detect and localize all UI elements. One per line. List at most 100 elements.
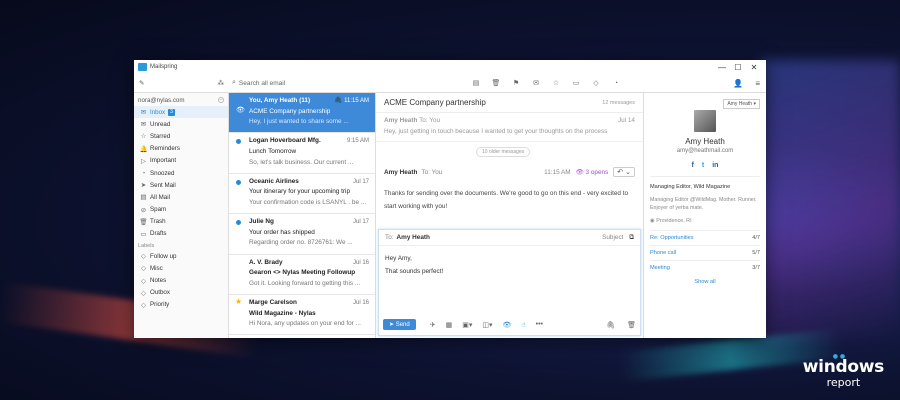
sidebar-item-snoozed[interactable]: ◔ Snoozed: [134, 167, 228, 179]
message-date: Jul 16: [352, 299, 369, 306]
collapse-icon[interactable]: –: [218, 97, 224, 103]
older-messages-button[interactable]: 10 older messages: [476, 147, 531, 157]
contact-email[interactable]: amy@heathmail.com: [650, 148, 760, 154]
message-subject: ACME Company partnership: [249, 107, 331, 115]
eye-icon: 👁: [236, 107, 245, 114]
label-item-outbox[interactable]: ◇ Outbox: [134, 287, 228, 299]
message-snippet: Hey, I just wanted to share some ...: [249, 118, 349, 126]
menu-icon[interactable]: ≡: [755, 79, 760, 88]
sidebar-item-trash[interactable]: 🗑 Trash: [134, 216, 228, 228]
toolbar: ✎ ⁂ ⌕ Search all email ▤ 🗑 ⚑ ✉ ☆ ▭ ◇ ◔ 👤…: [134, 74, 766, 93]
subject-toggle[interactable]: Subject: [602, 234, 623, 241]
spam-icon[interactable]: ⚑: [506, 79, 526, 87]
sidebar-item-unread[interactable]: ✉ Unread: [134, 118, 228, 130]
send-button[interactable]: ➤ Send: [383, 319, 416, 330]
label-item-misc[interactable]: ◇ Misc: [134, 262, 228, 274]
sidebar-item-label: Drafts: [150, 230, 167, 238]
star-icon[interactable]: ★: [235, 297, 242, 308]
unread-icon: ✉: [140, 121, 147, 129]
sidebar-item-drafts[interactable]: ▭ Drafts: [134, 228, 228, 240]
snooze-icon[interactable]: ◔: [606, 80, 626, 87]
read-tracking-icon[interactable]: 👁: [503, 321, 512, 329]
linkedin-icon[interactable]: in: [712, 162, 718, 169]
star-icon[interactable]: ☆: [546, 79, 566, 87]
maximize-button[interactable]: ☐: [730, 63, 746, 72]
contact-title: Managing Editor, Wild Magazine: [650, 184, 731, 190]
send-icon: ➤: [389, 322, 395, 328]
unread-badge: 3: [168, 108, 175, 116]
sidebar-item-label: Trash: [150, 218, 166, 226]
tag-icon: ◇: [141, 301, 146, 309]
collapsed-message[interactable]: Amy Heath To: You Jul 14 Hey, just getti…: [376, 113, 643, 142]
template-icon[interactable]: ▣▾: [462, 321, 472, 329]
sidebar-item-reminders[interactable]: 🔔 Reminders: [134, 143, 228, 155]
more-icon[interactable]: •••: [536, 321, 543, 329]
twitter-icon[interactable]: t: [702, 162, 704, 169]
list-item[interactable]: 👁 You, Amy Heath (11) 🖇 11:15 AM ACME Compa…: [229, 93, 375, 134]
label-name: Misc: [150, 264, 163, 272]
related-thread[interactable]: Re: Opportunities 4/7: [650, 230, 760, 245]
sidebar-item-label: Reminders: [150, 145, 180, 153]
compose-body[interactable]: Hey Amy, That sounds perfect!: [379, 246, 640, 284]
watermark-text: windows: [802, 357, 885, 377]
list-item[interactable]: ★ Marge Carelson Jul 16 Wild Magazine - Nyl…: [229, 295, 375, 336]
message-preview: Hey, just getting in touch because I wan…: [384, 128, 608, 135]
sidebar-item-all-mail[interactable]: ▤ All Mail: [134, 191, 228, 203]
message-snippet: Your confirmation code is LSANYL . be ..…: [249, 198, 367, 206]
account-header[interactable]: nora@nylas.com –: [134, 95, 228, 106]
starred-icon: ☆: [140, 133, 147, 141]
trash-icon[interactable]: 🗑: [486, 79, 506, 87]
minimize-button[interactable]: —: [714, 63, 730, 72]
sidebar-item-inbox[interactable]: ✉ Inbox 3: [134, 106, 228, 119]
sidebar-item-label: Sent Mail: [150, 181, 176, 189]
sidebar-item-sent-mail[interactable]: ➤ Sent Mail: [134, 179, 228, 191]
label-icon[interactable]: ◇: [586, 79, 606, 87]
reply-button[interactable]: ↶ ⌄: [613, 167, 635, 177]
eye-icon: 👁: [575, 169, 584, 176]
related-thread[interactable]: Phone call 5/7: [650, 245, 760, 260]
sidebar-item-starred[interactable]: ☆ Starred: [134, 130, 228, 142]
contact-selector[interactable]: Amy Heath ▾: [723, 99, 760, 109]
label-name: Notes: [150, 277, 167, 285]
label-item-follow-up[interactable]: ◇ Follow up: [134, 250, 228, 262]
compose-icon[interactable]: ✎: [139, 79, 144, 87]
activity-icon[interactable]: ⁂: [218, 79, 225, 87]
reminder-icon[interactable]: ◫▾: [482, 321, 492, 329]
label-name: Priority: [150, 301, 170, 309]
label-item-priority[interactable]: ◇ Priority: [134, 299, 228, 311]
search-box[interactable]: ⌕ Search all email: [229, 79, 376, 87]
list-item[interactable]: Logan Hoverboard Mfg. 9:15 AM Lunch Tomorr…: [229, 133, 375, 174]
discard-draft-icon[interactable]: 🗑: [627, 321, 636, 329]
contact-panel-icon[interactable]: 👤: [733, 79, 743, 88]
close-button[interactable]: ✕: [746, 63, 762, 72]
attach-icon[interactable]: 🖇: [606, 321, 615, 329]
contact-location: Providence, RI: [656, 218, 692, 224]
to-field[interactable]: Amy Heath: [397, 234, 603, 241]
label-item-notes[interactable]: ◇ Notes: [134, 274, 228, 286]
sidebar-item-spam[interactable]: ⊘ Spam: [134, 204, 228, 216]
list-item[interactable]: Julie Ng Jul 17 Your order has shipped Rega…: [229, 214, 375, 255]
message-date: Jul 17: [352, 219, 369, 226]
sidebar-item-important[interactable]: ▷ Important: [134, 155, 228, 167]
related-thread-name: Re: Opportunities: [650, 235, 694, 241]
schedule-icon[interactable]: ▦: [446, 321, 453, 329]
facebook-icon[interactable]: f: [692, 162, 694, 169]
list-item[interactable]: Oceanic Airlines Jul 17 Your itinerary for…: [229, 174, 375, 215]
message-header: Logan Hoverboard Mfg. 9:15 AM: [249, 136, 369, 147]
show-all-link[interactable]: Show all: [650, 279, 760, 285]
popout-icon[interactable]: ⧉: [629, 234, 634, 242]
archive-icon[interactable]: ▤: [466, 79, 486, 87]
sidebar-item-label: Spam: [150, 206, 167, 214]
link-tracking-icon[interactable]: ☝: [521, 321, 525, 329]
move-folder-icon[interactable]: ▭: [566, 79, 586, 87]
title-bar: Mailspring — ☐ ✕: [134, 60, 766, 74]
search-input[interactable]: Search all email: [239, 80, 285, 87]
related-thread-count: 5/7: [752, 250, 760, 256]
recipient: To: You: [421, 168, 443, 176]
list-item[interactable]: A. V. Brady Jul 16 Gearon <> Nylas Meeting…: [229, 255, 375, 295]
send-later-icon[interactable]: ✈: [430, 321, 436, 329]
related-thread[interactable]: Meeting 3/7: [650, 260, 760, 275]
search-icon: ⌕: [232, 79, 236, 86]
tag-icon: ◇: [141, 289, 146, 297]
mark-unread-icon[interactable]: ✉: [526, 79, 546, 87]
